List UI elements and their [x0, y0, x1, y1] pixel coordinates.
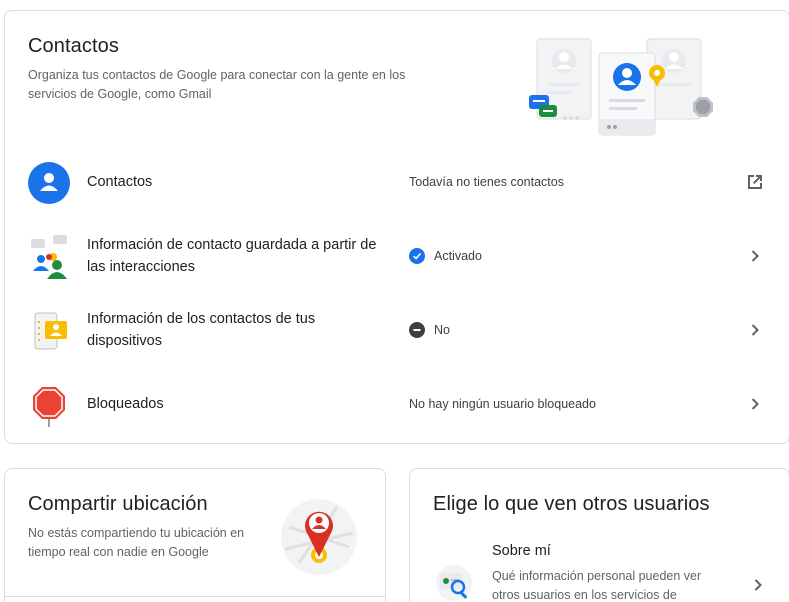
chevron-right-icon[interactable] — [743, 318, 767, 342]
row-status-text: Activado — [434, 249, 482, 263]
row-label: Información de los contactos de tus disp… — [87, 311, 316, 349]
contacts-card-title: Contactos — [28, 35, 119, 57]
row-status: Activado — [409, 248, 482, 264]
location-card-divider — [5, 596, 385, 597]
row-contactos[interactable]: Contactos Todavía no tienes contactos — [5, 145, 789, 219]
about-me-icon — [434, 563, 474, 602]
row-status-text: No hay ningún usuario bloqueado — [409, 397, 596, 411]
contacts-card: Contactos Organiza tus contactos de Goog… — [4, 10, 789, 444]
visibility-card-title: Elige lo que ven otros usuarios — [433, 493, 710, 515]
location-card-title: Compartir ubicación — [28, 493, 208, 515]
row-label: Bloqueados — [87, 396, 164, 412]
chevron-right-icon[interactable] — [743, 392, 767, 416]
contacts-illustration — [519, 31, 719, 141]
person-avatar-icon — [27, 161, 71, 205]
row-status: No — [409, 322, 450, 338]
contacts-card-description: Organiza tus contactos de Google para co… — [28, 68, 406, 101]
check-circle-icon — [409, 248, 425, 264]
stop-sign-icon — [27, 383, 71, 427]
row-status: Todavía no tienes contactos — [409, 175, 564, 189]
chevron-right-icon[interactable] — [743, 244, 767, 268]
about-me-label: Sobre mí — [492, 543, 551, 559]
row-bloqueados[interactable]: Bloqueados No hay ningún usuario bloquea… — [5, 367, 789, 441]
about-me-description: Qué información personal pueden ver otro… — [492, 569, 702, 602]
contacts-illustration-svg — [529, 38, 713, 136]
row-label: Información de contacto guardada a parti… — [87, 237, 377, 275]
interactions-icon — [27, 235, 71, 279]
about-me-item[interactable]: Sobre mí Qué información personal pueden… — [410, 535, 789, 602]
row-label: Contactos — [87, 174, 153, 190]
chevron-right-icon[interactable] — [746, 573, 770, 597]
location-pin-icon — [279, 497, 359, 577]
device-contacts-icon — [27, 309, 71, 353]
row-status-text: No — [434, 323, 450, 337]
row-status-text: Todavía no tienes contactos — [409, 175, 564, 189]
row-interacciones[interactable]: Información de contacto guardada a parti… — [5, 219, 789, 293]
minus-circle-icon — [409, 322, 425, 338]
open-external-icon[interactable] — [743, 170, 767, 194]
visibility-card: Elige lo que ven otros usuarios Sobre mí… — [409, 468, 789, 602]
row-status: No hay ningún usuario bloqueado — [409, 397, 596, 411]
location-sharing-card[interactable]: Compartir ubicación No estás compartiend… — [4, 468, 386, 602]
location-card-description: No estás compartiendo tu ubicación en ti… — [28, 526, 245, 559]
row-dispositivos[interactable]: Información de los contactos de tus disp… — [5, 293, 789, 367]
